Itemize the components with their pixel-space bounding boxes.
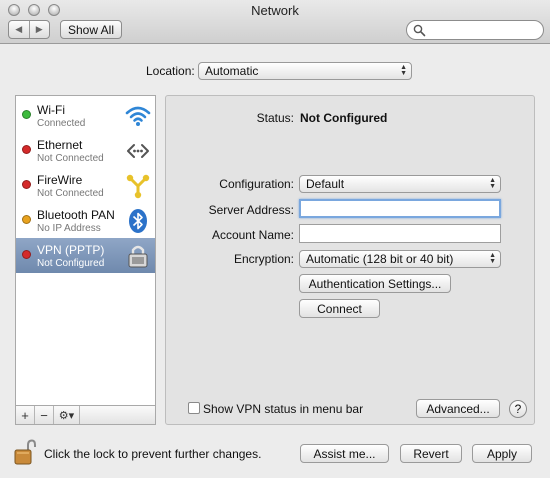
service-item-ethernet[interactable]: Ethernet Not Connected <box>16 133 155 168</box>
server-address-label: Server Address: <box>208 203 294 217</box>
forward-arrow-icon: ▶ <box>35 24 43 34</box>
service-name: FireWire <box>37 173 83 187</box>
show-all-button[interactable]: Show All <box>60 20 122 39</box>
configuration-label: Configuration: <box>219 177 294 191</box>
apply-button[interactable]: Apply <box>472 444 532 463</box>
status-dot-green <box>22 110 31 119</box>
search-field[interactable] <box>406 20 544 40</box>
service-status: Not Connected <box>37 188 104 199</box>
back-button[interactable]: ◀ <box>9 21 29 38</box>
advanced-button[interactable]: Advanced... <box>416 399 500 418</box>
vpn-lock-icon <box>128 245 148 268</box>
authentication-settings-button[interactable]: Authentication Settings... <box>299 274 451 293</box>
show-vpn-status-checkbox[interactable] <box>188 402 200 414</box>
encryption-value: Automatic (128 bit or 40 bit) <box>306 252 454 266</box>
encryption-label: Encryption: <box>233 252 294 266</box>
service-status: Connected <box>37 118 86 129</box>
status-label: Status: <box>256 111 294 125</box>
forward-button[interactable]: ▶ <box>28 21 50 38</box>
service-item-wifi[interactable]: Wi-Fi Connected <box>16 98 155 133</box>
wifi-icon <box>125 106 151 126</box>
service-name: Bluetooth PAN <box>37 208 115 222</box>
service-name: Wi-Fi <box>37 103 65 117</box>
status-dot-orange <box>22 215 31 224</box>
service-item-firewire[interactable]: FireWire Not Connected <box>16 168 155 203</box>
location-value: Automatic <box>205 64 259 78</box>
popup-arrows-icon: ▲ ▼ <box>400 64 407 77</box>
connect-button[interactable]: Connect <box>299 299 380 318</box>
service-list-toolbar: + − ⚙▾ <box>15 405 156 425</box>
popup-arrows-icon: ▲ ▼ <box>489 252 496 265</box>
add-service-button[interactable]: + <box>16 406 35 424</box>
status-dot-red <box>22 250 31 259</box>
title-bar: Network ◀ ▶ Show All <box>0 0 550 44</box>
configuration-popup[interactable]: Default ▲ ▼ <box>299 175 501 193</box>
action-gear-menu[interactable]: ⚙▾ <box>54 406 80 424</box>
service-name: VPN (PPTP) <box>37 243 105 257</box>
lock-icon[interactable] <box>14 439 36 465</box>
revert-button[interactable]: Revert <box>400 444 462 463</box>
account-name-label: Account Name: <box>211 228 294 242</box>
back-forward-control: ◀ ▶ <box>8 20 50 39</box>
account-name-field[interactable] <box>299 224 501 243</box>
ethernet-icon <box>127 144 149 158</box>
configuration-value: Default <box>306 177 345 191</box>
service-status: Not Connected <box>37 153 104 164</box>
status-value: Not Configured <box>300 111 388 125</box>
location-label: Location: <box>146 64 195 78</box>
encryption-popup[interactable]: Automatic (128 bit or 40 bit) ▲ ▼ <box>299 250 501 268</box>
help-button[interactable]: ? <box>509 400 527 418</box>
remove-service-button[interactable]: − <box>35 406 54 424</box>
window-title: Network <box>251 3 299 18</box>
lock-message: Click the lock to prevent further change… <box>44 447 262 461</box>
status-dot-red <box>22 145 31 154</box>
server-address-field[interactable] <box>299 199 501 218</box>
status-dot-red <box>22 180 31 189</box>
service-item-bluetooth-pan[interactable]: Bluetooth PAN No IP Address <box>16 203 155 238</box>
search-icon <box>413 24 426 37</box>
bluetooth-icon <box>129 209 147 233</box>
service-list: Wi-Fi Connected Ethernet Not Connected F… <box>15 95 156 425</box>
service-status: No IP Address <box>37 223 101 234</box>
assist-me-button[interactable]: Assist me... <box>300 444 389 463</box>
show-vpn-status-label[interactable]: Show VPN status in menu bar <box>203 402 363 416</box>
service-item-vpn-pptp[interactable]: VPN (PPTP) Not Configured <box>16 238 155 273</box>
firewire-icon <box>126 174 150 199</box>
popup-arrows-icon: ▲ ▼ <box>489 177 496 190</box>
service-status: Not Configured <box>37 258 105 269</box>
network-preferences-window: Network ◀ ▶ Show All Location: Automatic… <box>0 0 550 478</box>
location-popup[interactable]: Automatic ▲ ▼ <box>198 62 412 80</box>
service-name: Ethernet <box>37 138 83 152</box>
back-arrow-icon: ◀ <box>15 24 23 34</box>
